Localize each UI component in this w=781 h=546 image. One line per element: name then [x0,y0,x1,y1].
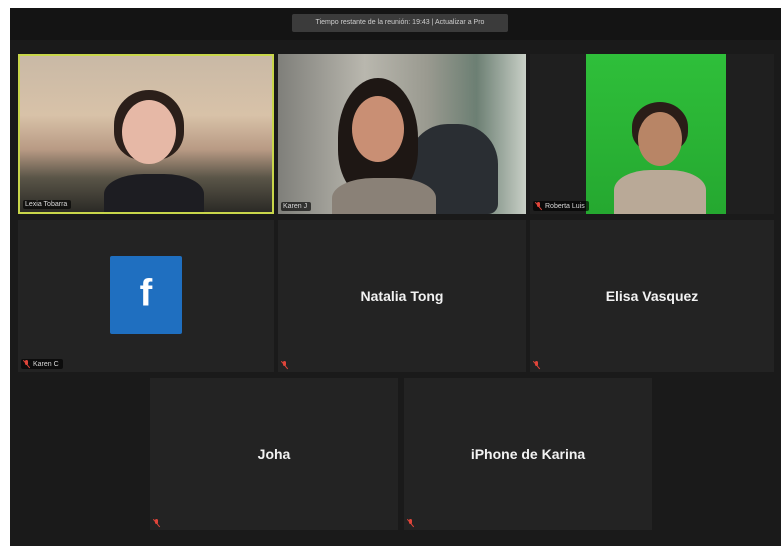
participant-video-person [328,78,438,214]
participant-name-label: Karen J [283,203,308,210]
mic-muted-icon [534,201,543,211]
participant-name-tag: Lexia Tobarra [23,200,72,209]
participant-tile-2[interactable]: Karen J [278,54,526,214]
mic-muted-icon [532,360,541,370]
participant-name-label: Karen C [33,360,59,368]
participant-name-tag [532,360,541,370]
participant-display-name: Joha [257,446,291,462]
mic-muted-icon [22,359,31,369]
participant-video-person [104,86,204,212]
participant-tile-8[interactable]: iPhone de Karina [404,378,652,530]
mic-muted-icon [280,360,289,370]
participant-name-label: Lexia Tobarra [25,201,68,208]
mic-muted-icon [152,518,161,528]
meeting-time-remaining-banner[interactable]: Tiempo restante de la reunión: 19:43 | A… [292,14,508,32]
participant-name-tag: Karen J [281,202,312,211]
participant-display-name: Natalia Tong [360,288,444,304]
participant-tile-1[interactable]: Lexia Tobarra [18,54,274,214]
participant-tile-5[interactable]: Natalia Tong [278,220,526,372]
participant-tile-3[interactable]: Roberta Luis [530,54,774,214]
mic-muted-icon [406,518,415,528]
participant-video-person [614,100,706,214]
participant-name-tag: Karen C [21,359,63,369]
participant-display-name: iPhone de Karina [470,446,586,462]
meeting-top-bar: Tiempo restante de la reunión: 19:43 | A… [10,8,781,40]
participant-name-tag: Roberta Luis [533,201,589,211]
participant-name-tag [406,518,415,528]
participant-name-tag [152,518,161,528]
participant-name-tag [280,360,289,370]
participant-name-label: Roberta Luis [545,202,585,210]
zoom-meeting-window: Tiempo restante de la reunión: 19:43 | A… [10,8,781,546]
participant-tile-6[interactable]: Elisa Vasquez [530,220,774,372]
participant-display-name: Elisa Vasquez [605,288,699,304]
facebook-icon: f [110,256,182,334]
participant-tile-7[interactable]: Joha [150,378,398,530]
participant-tile-4[interactable]: f Karen C [18,220,274,372]
